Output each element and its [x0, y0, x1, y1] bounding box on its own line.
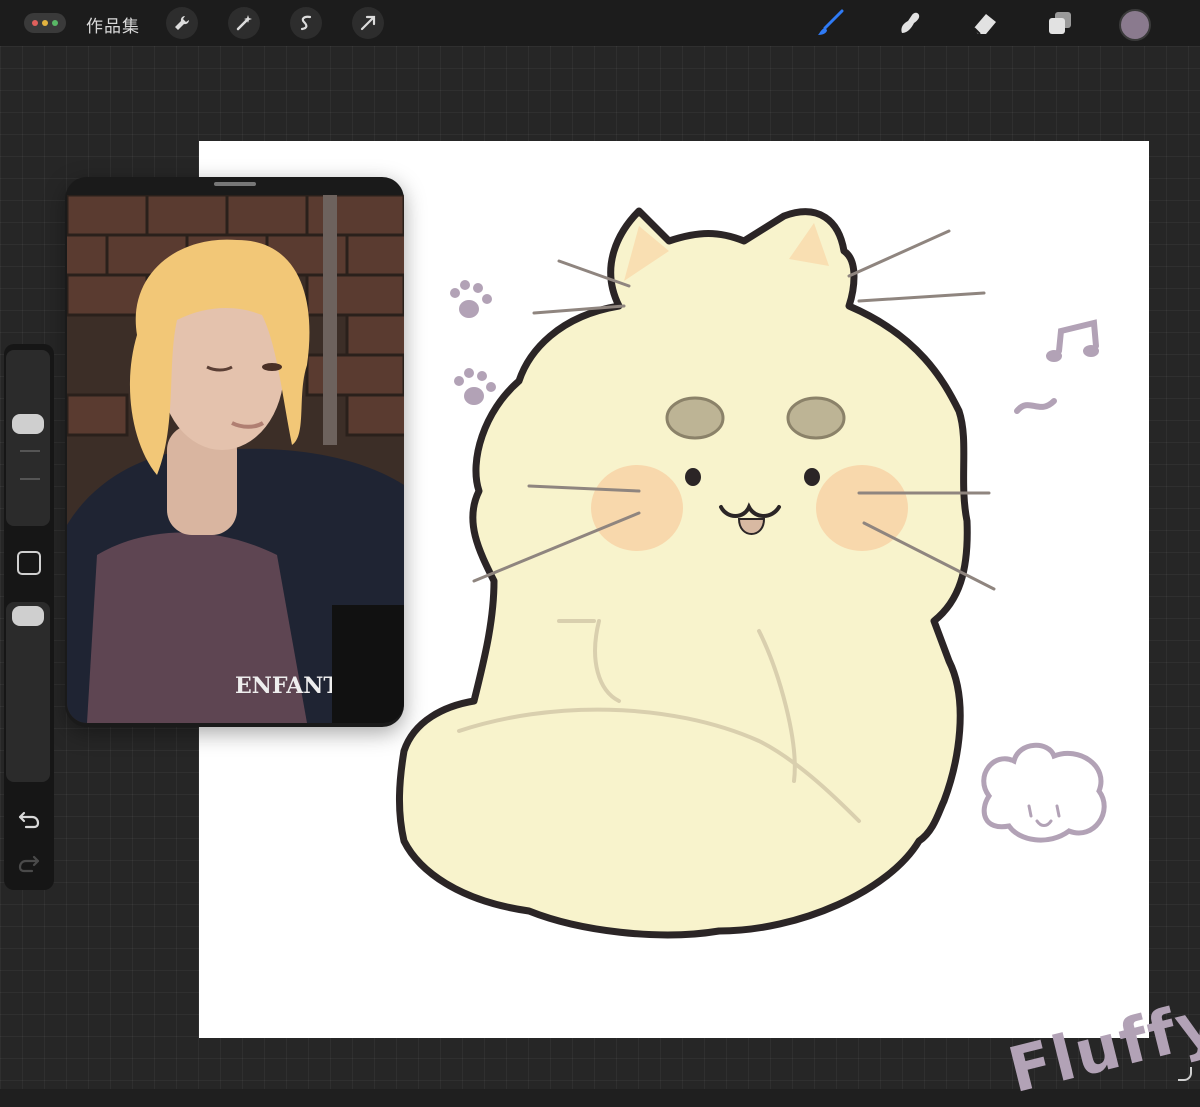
redo-icon[interactable]	[4, 848, 54, 878]
layers-icon[interactable]	[1043, 7, 1077, 39]
left-eye	[685, 468, 701, 486]
music-note-icon	[1014, 319, 1099, 414]
paw-print-icon	[454, 368, 496, 405]
gallery-button[interactable]: 作品集	[86, 12, 140, 37]
brush-icon[interactable]	[813, 7, 847, 39]
color-picker-button[interactable]	[1119, 9, 1151, 41]
shirt-text: ENFANT	[235, 673, 340, 699]
menu-dot	[52, 20, 58, 26]
smudge-icon[interactable]	[893, 7, 927, 39]
left-sidebar	[4, 344, 54, 890]
left-cheek	[591, 465, 683, 551]
menu-dot	[32, 20, 38, 26]
slider-tick	[20, 478, 40, 480]
left-eyebrow	[665, 396, 725, 440]
reference-photo: ENFANT	[67, 195, 404, 723]
transform-icon[interactable]	[352, 7, 384, 39]
modify-button[interactable]	[4, 548, 54, 578]
note-head	[1046, 350, 1062, 362]
undo-icon[interactable]	[4, 804, 54, 834]
right-eye	[804, 468, 820, 486]
brush-size-thumb[interactable]	[12, 414, 44, 434]
reference-drag-handle[interactable]	[214, 182, 256, 186]
menu-dot	[42, 20, 48, 26]
menu-dots-button[interactable]	[24, 13, 66, 33]
brush-size-slider[interactable]	[6, 350, 50, 526]
square-icon	[17, 551, 41, 575]
magic-wand-icon[interactable]	[228, 7, 260, 39]
opacity-thumb[interactable]	[12, 606, 44, 626]
right-eyebrow	[786, 396, 846, 440]
top-toolbar: 作品集	[0, 0, 1200, 47]
opacity-slider[interactable]	[6, 602, 50, 782]
cat-body	[396, 207, 971, 939]
wrench-icon[interactable]	[166, 7, 198, 39]
paw-print-icon	[450, 280, 492, 318]
eraser-icon[interactable]	[968, 7, 1002, 39]
slider-tick	[20, 450, 40, 452]
note-head	[1083, 345, 1099, 357]
reference-window[interactable]: ENFANT	[65, 177, 404, 727]
selection-icon[interactable]	[290, 7, 322, 39]
cloud-face-features	[1027, 804, 1061, 827]
